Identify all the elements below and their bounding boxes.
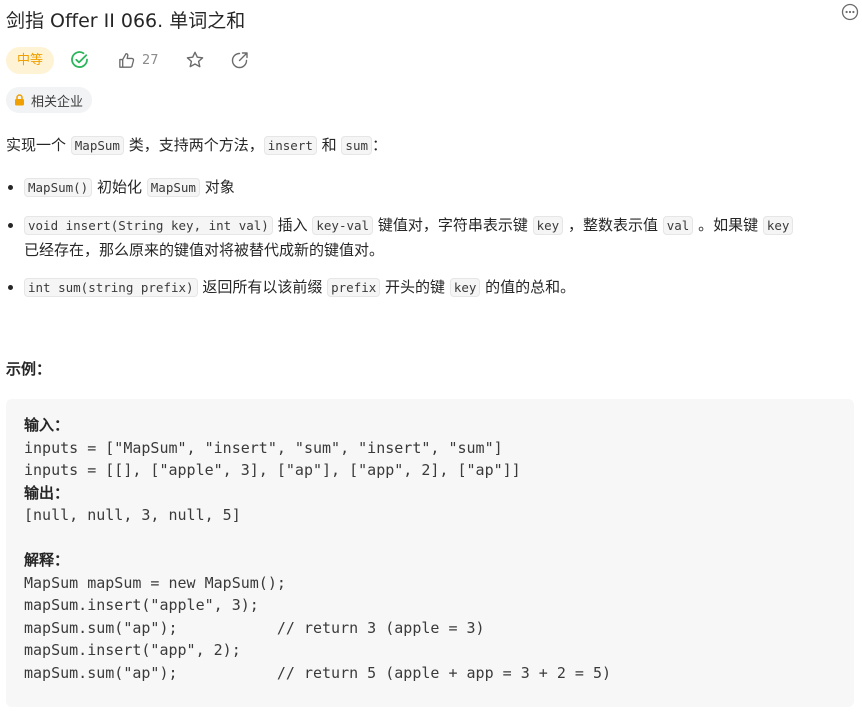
code-line: mapSum.insert("app", 2); (24, 641, 241, 660)
bullet-text: 键值对，字符串表示键 (373, 216, 533, 234)
bullet-text: 对象 (199, 178, 235, 196)
inline-code: insert (263, 136, 317, 155)
like-count: 27 (142, 52, 159, 68)
share-icon (231, 52, 248, 69)
description-intro: 实现一个 MapSum 类，支持两个方法， insert 和 sum： (6, 133, 387, 158)
bullet-dot (8, 185, 13, 190)
more-icon (841, 3, 859, 21)
inline-code: sum (341, 136, 372, 155)
intro-text: 类，支持两个方法， (123, 136, 264, 154)
bullet-text: 的值的总和。 (480, 278, 576, 296)
bullet-text: 插入 (272, 216, 313, 234)
bullet-text: 初始化 (92, 178, 147, 196)
problem-meta-row: 中等 27 (6, 46, 250, 74)
code-line: inputs = ["MapSum", "insert", "sum", "in… (24, 438, 503, 457)
code-line: mapSum.insert("apple", 3); (24, 596, 259, 615)
example-title: 示例： (6, 360, 52, 378)
inline-code: int sum(string prefix) (24, 278, 198, 297)
bullet-text: 。如果键 (693, 216, 763, 234)
bullet-dot (8, 285, 13, 290)
lock-icon (14, 94, 25, 106)
inline-code: void insert(String key, int val) (24, 216, 273, 235)
inline-code: prefix (327, 278, 381, 297)
intro-text: 和 (316, 136, 342, 154)
favorite-button[interactable] (185, 50, 205, 70)
company-tag-button[interactable]: 相关企业 (6, 87, 93, 113)
intro-text: ： (372, 136, 388, 154)
like-button[interactable]: 27 (116, 50, 159, 70)
intro-text: 实现一个 (6, 136, 71, 154)
problem-header: 剑指 Offer II 066. 单词之和 (6, 6, 852, 32)
inline-code: MapSum (70, 136, 124, 155)
bullet-dot (8, 223, 13, 228)
bullet-text: 已经存在，那么原来的键值对将被替代成新的键值对。 (24, 241, 385, 259)
input-label: 输入： (24, 416, 70, 434)
bullet-text: 开头的键 (380, 278, 450, 296)
inline-code: key (762, 216, 794, 235)
inline-code: key (449, 278, 481, 297)
list-item: int sum(string prefix) 返回所有以该前缀 prefix 开… (6, 275, 846, 300)
bullet-text: 返回所有以该前缀 (197, 278, 328, 296)
code-line: [null, null, 3, null, 5] (24, 506, 241, 525)
output-label: 输出： (24, 483, 70, 502)
inline-code: val (662, 216, 694, 235)
code-line: mapSum.sum("ap"); // return 3 (apple = 3… (24, 618, 485, 637)
explain-label: 解释： (24, 550, 70, 569)
inline-code: MapSum() (24, 178, 93, 197)
check-circle-icon (71, 51, 88, 68)
code-line: MapSum mapSum = new MapSum(); (24, 573, 286, 592)
example-block: 输入： inputs = ["MapSum", "insert", "sum",… (6, 399, 854, 707)
code-line: mapSum.sum("ap"); // return 5 (apple + a… (24, 663, 611, 682)
thumbs-up-icon (116, 50, 136, 70)
inline-code: key-val (312, 216, 374, 235)
list-item: MapSum() 初始化 MapSum 对象 (6, 175, 846, 200)
problem-title: 剑指 Offer II 066. 单词之和 (6, 9, 246, 32)
company-tag-label: 相关企业 (31, 94, 84, 110)
share-button[interactable] (230, 50, 250, 70)
bullet-text: ，整数表示值 (563, 216, 663, 234)
code-line: inputs = [[], ["apple", 3], ["ap"], ["ap… (24, 461, 521, 480)
list-item: void insert(String key, int val) 插入 key-… (6, 213, 846, 262)
difficulty-badge[interactable]: 中等 (6, 46, 55, 74)
solved-status (70, 50, 90, 70)
inline-code: MapSum (146, 178, 200, 197)
more-options-button[interactable] (841, 3, 859, 21)
inline-code: key (532, 216, 564, 235)
star-icon (186, 51, 203, 68)
